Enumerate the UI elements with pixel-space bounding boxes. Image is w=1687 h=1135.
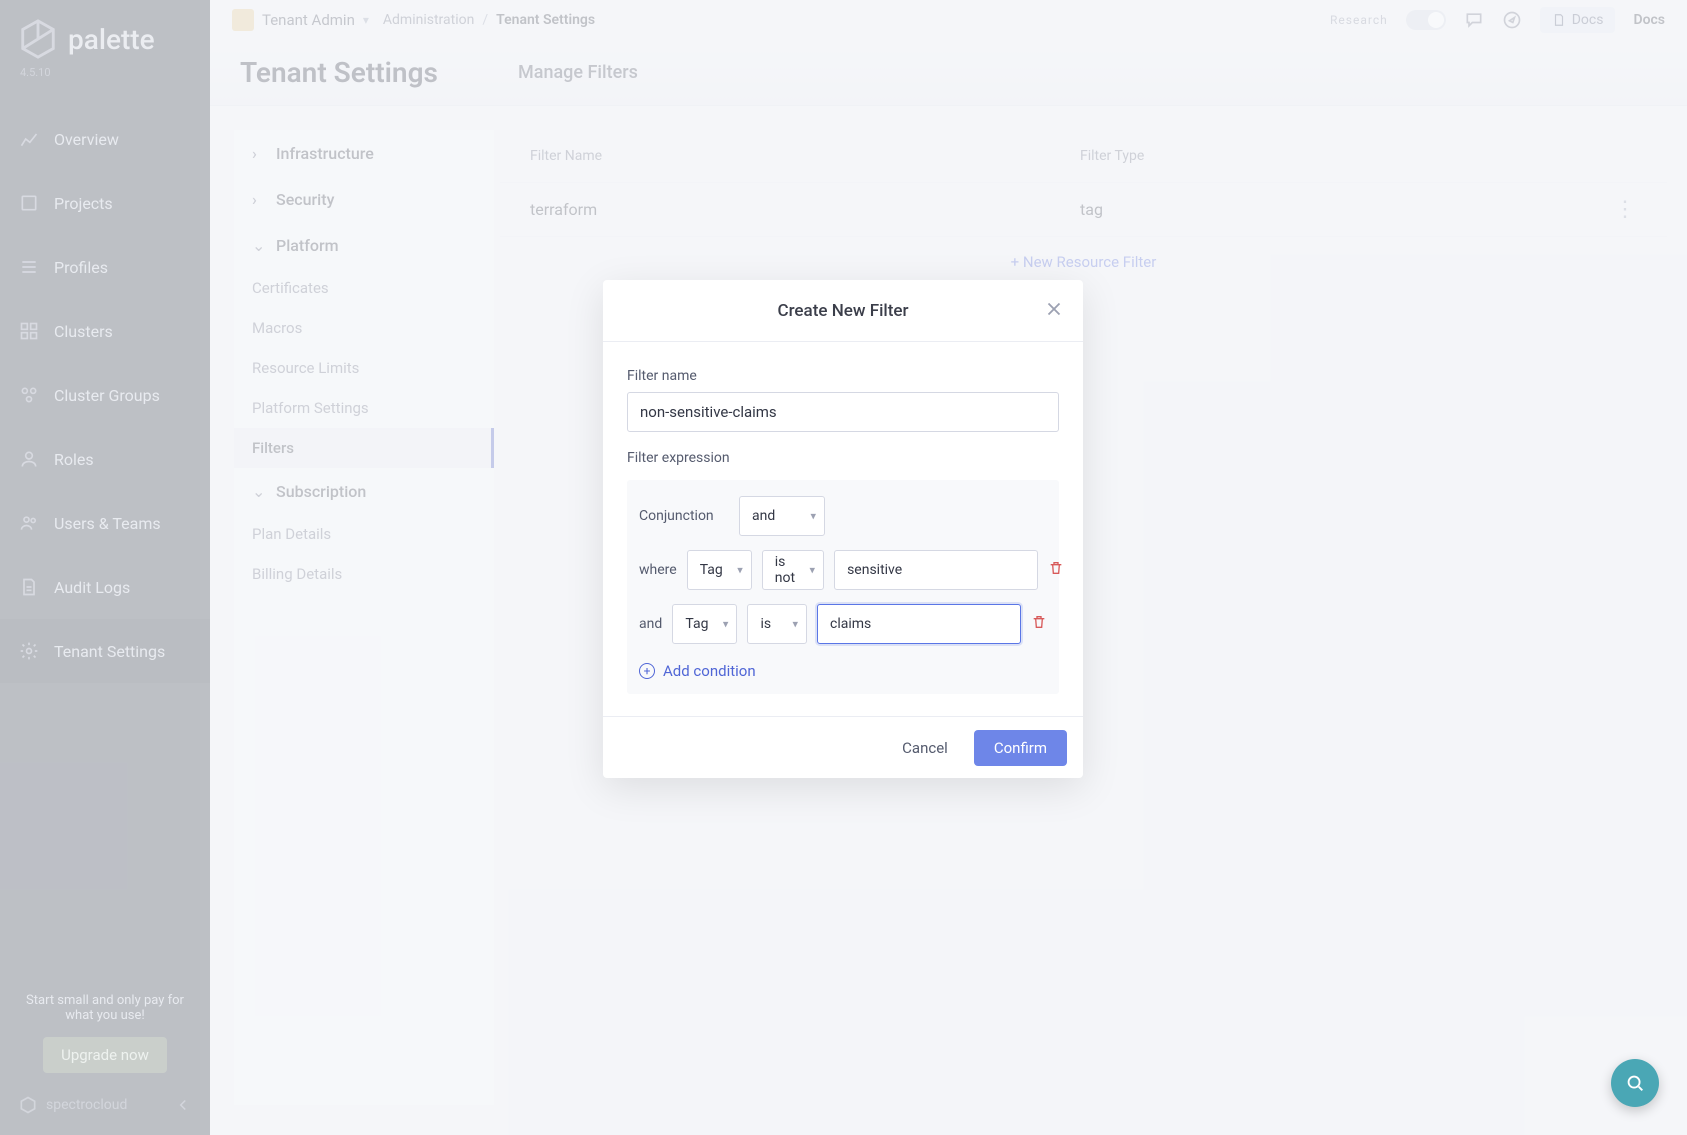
chevron-down-icon: ▾ (810, 510, 816, 523)
close-icon[interactable] (1043, 298, 1065, 320)
chevron-down-icon: ▾ (792, 618, 798, 631)
field-select[interactable]: Tag ▾ (672, 604, 737, 644)
expression-builder: Conjunction and ▾ where Tag ▾ is not ▾ (627, 480, 1059, 694)
search-icon (1624, 1072, 1646, 1094)
chevron-down-icon: ▾ (737, 564, 743, 577)
select-value: Tag (700, 562, 723, 578)
select-value: is (760, 616, 771, 632)
confirm-button[interactable]: Confirm (974, 730, 1067, 766)
field-select[interactable]: Tag ▾ (687, 550, 752, 590)
chevron-down-icon: ▾ (723, 618, 729, 631)
value-input[interactable] (817, 604, 1021, 644)
plus-icon: + (639, 663, 655, 679)
select-value: and (752, 508, 775, 524)
trash-icon[interactable] (1048, 560, 1064, 580)
operator-select[interactable]: is not ▾ (762, 550, 824, 590)
condition-lead: where (639, 562, 677, 578)
cancel-button[interactable]: Cancel (886, 731, 964, 765)
condition-lead: and (639, 616, 662, 632)
filter-name-input[interactable] (627, 392, 1059, 432)
modal-header: Create New Filter (603, 280, 1083, 342)
select-value: is not (775, 554, 795, 586)
trash-icon[interactable] (1031, 614, 1047, 634)
conjunction-select[interactable]: and ▾ (739, 496, 825, 536)
conjunction-row: Conjunction and ▾ (639, 496, 1047, 536)
add-condition-button[interactable]: + Add condition (639, 658, 1047, 690)
chevron-down-icon: ▾ (810, 564, 816, 577)
condition-row: and Tag ▾ is ▾ (639, 604, 1047, 644)
add-condition-label: Add condition (663, 662, 756, 680)
modal-body: Filter name Filter expression Conjunctio… (603, 342, 1083, 716)
help-fab[interactable] (1611, 1059, 1659, 1107)
select-value: Tag (685, 616, 708, 632)
filter-name-label: Filter name (627, 368, 1059, 384)
operator-select[interactable]: is ▾ (747, 604, 807, 644)
value-input[interactable] (834, 550, 1038, 590)
condition-row: where Tag ▾ is not ▾ (639, 550, 1047, 590)
filter-expression-label: Filter expression (627, 450, 1059, 466)
modal-title: Create New Filter (777, 301, 908, 321)
conjunction-label: Conjunction (639, 508, 729, 524)
create-filter-modal: Create New Filter Filter name Filter exp… (603, 280, 1083, 778)
modal-footer: Cancel Confirm (603, 716, 1083, 778)
